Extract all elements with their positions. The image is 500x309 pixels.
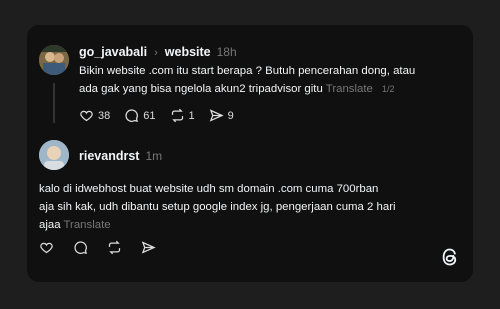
comment-icon (74, 241, 87, 254)
thread-line (53, 83, 55, 123)
translate-link[interactable]: Translate (326, 83, 373, 95)
threads-logo-icon[interactable] (441, 247, 459, 267)
reply-button[interactable] (73, 240, 88, 255)
thread-card: go_javabali › website 18h Bikin website … (27, 25, 473, 282)
post-text: ada gak yang bisa ngelola akun2 tripadvi… (79, 83, 323, 95)
avatar[interactable] (39, 140, 69, 170)
share-icon (209, 109, 224, 122)
repost-button[interactable] (107, 240, 122, 255)
avatar[interactable] (39, 45, 69, 75)
post-text-line: ada gak yang bisa ngelola akun2 tripadvi… (79, 80, 415, 98)
post-text-line: Bikin website .com itu start berapa ? Bu… (79, 65, 416, 77)
post-text-line: ajaa Translate (39, 216, 396, 234)
post-body: kalo di idwebhost buat website udh sm do… (39, 180, 396, 234)
post-text-line: aja sih kak, udh dibantu setup google in… (39, 201, 396, 213)
post-actions: 38 61 1 9 (79, 108, 248, 123)
repost-button[interactable]: 1 (170, 108, 195, 123)
topic-tag[interactable]: website (165, 45, 211, 59)
page-indicator: 1/2 (382, 84, 395, 94)
comment-icon (125, 109, 139, 122)
post-text: ajaa (39, 219, 61, 231)
timestamp[interactable]: 1m (145, 149, 162, 163)
translate-link[interactable]: Translate (64, 219, 111, 231)
share-button[interactable] (141, 240, 156, 255)
chevron-right-icon: › (154, 47, 158, 59)
repost-icon (108, 240, 121, 255)
heart-icon (40, 242, 53, 254)
share-count: 9 (227, 109, 234, 122)
post-actions (39, 240, 175, 255)
timestamp[interactable]: 18h (217, 45, 237, 59)
share-icon (141, 241, 156, 254)
reply-button[interactable]: 61 (124, 108, 156, 123)
like-button[interactable]: 38 (79, 108, 110, 123)
like-button[interactable] (39, 240, 54, 255)
username[interactable]: rievandrst (79, 149, 139, 163)
username[interactable]: go_javabali (79, 45, 147, 59)
like-count: 38 (98, 109, 111, 122)
post-header: go_javabali › website 18h (79, 45, 237, 59)
reply-count: 61 (143, 109, 156, 122)
post-header: rievandrst 1m (79, 149, 162, 163)
post-body: Bikin website .com itu start berapa ? Bu… (79, 62, 415, 98)
share-button[interactable]: 9 (209, 108, 234, 123)
post-text-line: kalo di idwebhost buat website udh sm do… (39, 183, 379, 195)
repost-icon (171, 108, 183, 123)
heart-icon (80, 110, 93, 122)
repost-count: 1 (188, 109, 195, 122)
